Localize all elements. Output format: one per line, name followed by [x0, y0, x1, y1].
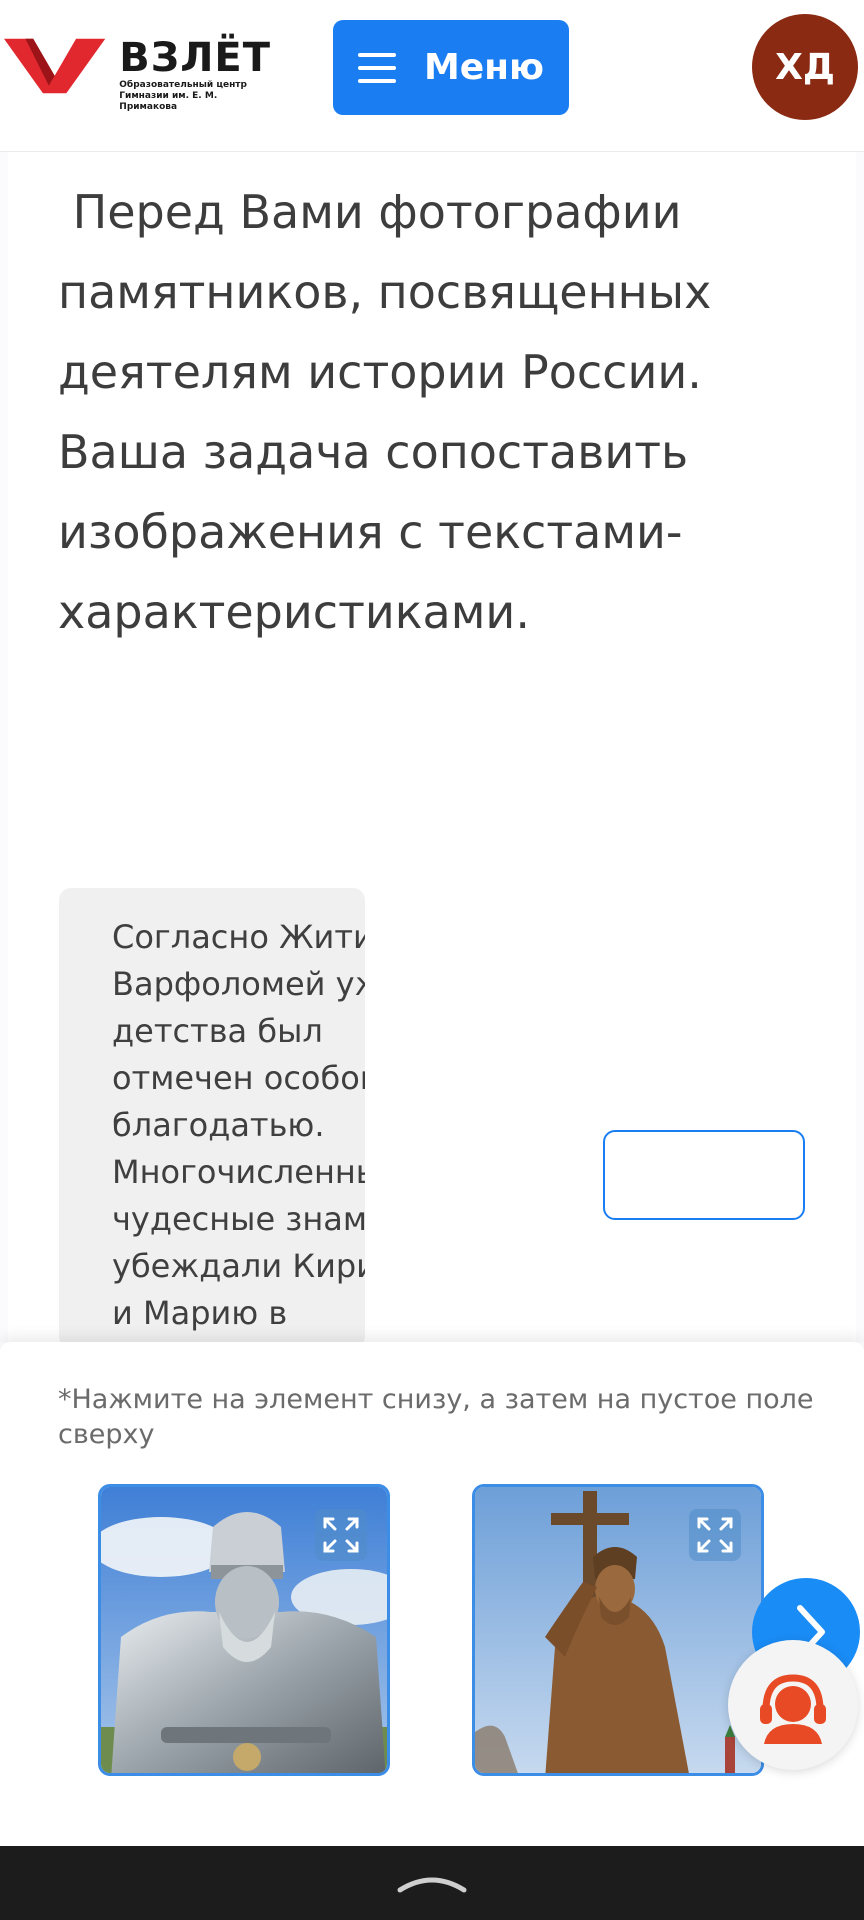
- answer-image-2[interactable]: [472, 1484, 764, 1776]
- answer-image-1[interactable]: [98, 1484, 390, 1776]
- logo-subtitle: Образовательный центр: [119, 80, 247, 90]
- hint-text: *Нажмите на элемент снизу, а затем на пу…: [58, 1384, 814, 1450]
- avatar-initials: ХД: [775, 46, 835, 88]
- chevron-up-icon[interactable]: [396, 1866, 468, 1896]
- menu-button[interactable]: Меню: [333, 20, 569, 115]
- answer-drop-slot[interactable]: [603, 1130, 805, 1220]
- description-text: Согласно Житию Варфоломей уже с детства …: [112, 918, 365, 1332]
- task-instructions: Перед Вами фотографии памятников, посвящ…: [58, 185, 726, 639]
- hamburger-icon: [357, 52, 396, 83]
- menu-label: Меню: [423, 47, 545, 88]
- user-avatar[interactable]: ХД: [752, 14, 858, 120]
- top-header: ВЗЛЁТ Образовательный центр Гимназии им.…: [0, 0, 864, 152]
- logo[interactable]: ВЗЛЁТ Образовательный центр Гимназии им.…: [4, 30, 274, 112]
- system-navigation-bar: [0, 1846, 864, 1920]
- support-agent-icon: [760, 1674, 826, 1744]
- logo-title: ВЗЛЁТ: [119, 35, 272, 81]
- description-card[interactable]: Согласно Житию Варфоломей уже с детства …: [59, 888, 365, 1348]
- logo-mark-icon: [4, 38, 106, 94]
- logo-subtitle-2: Гимназии им. Е. М. Примакова: [119, 91, 218, 112]
- answer-panel: *Нажмите на элемент снизу, а затем на пу…: [0, 1342, 864, 1846]
- expand-icon[interactable]: [315, 1509, 367, 1561]
- support-button[interactable]: [728, 1640, 858, 1770]
- expand-icon[interactable]: [689, 1509, 741, 1561]
